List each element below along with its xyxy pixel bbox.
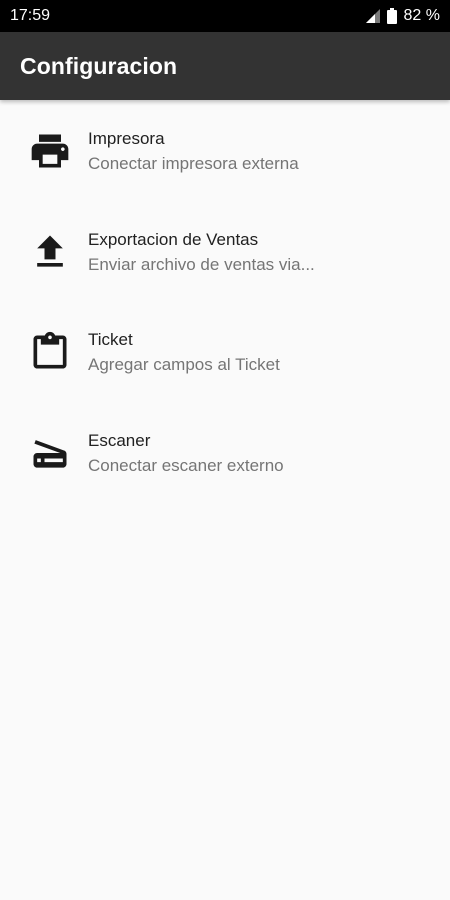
signal-icon	[365, 9, 380, 23]
page-title: Configuracion	[20, 52, 178, 79]
settings-item-ticket[interactable]: Ticket Agregar campos al Ticket	[0, 301, 450, 402]
settings-item-title: Impresora	[88, 129, 165, 148]
settings-item-subtitle: Agregar campos al Ticket	[88, 355, 280, 374]
printer-icon	[28, 129, 72, 173]
settings-list: Impresora Conectar impresora externa Exp…	[0, 100, 450, 502]
battery-percentage: 82 %	[403, 7, 440, 24]
settings-item-impresora[interactable]: Impresora Conectar impresora externa	[0, 100, 450, 201]
settings-item-subtitle: Enviar archivo de ventas via...	[88, 254, 315, 274]
battery-icon	[386, 8, 397, 24]
status-time: 17:59	[10, 7, 51, 24]
settings-item-subtitle: Conectar impresora externa	[88, 154, 299, 173]
settings-item-exportacion[interactable]: Exportacion de Ventas Enviar archivo de …	[0, 201, 450, 302]
scanner-icon	[28, 431, 72, 475]
settings-item-title: Ticket	[88, 330, 133, 349]
settings-item-title: Exportacion de Ventas	[88, 229, 259, 249]
clipboard-icon	[28, 330, 72, 374]
settings-item-subtitle: Conectar escaner externo	[88, 455, 284, 475]
settings-item-title: Escaner	[88, 430, 151, 450]
status-bar: 17:59 82 %	[0, 0, 450, 32]
settings-item-escaner[interactable]: Escaner Conectar escaner externo	[0, 402, 450, 503]
upload-icon	[28, 230, 72, 274]
app-bar: Configuracion	[0, 32, 450, 100]
status-icons: 82 %	[365, 7, 440, 25]
